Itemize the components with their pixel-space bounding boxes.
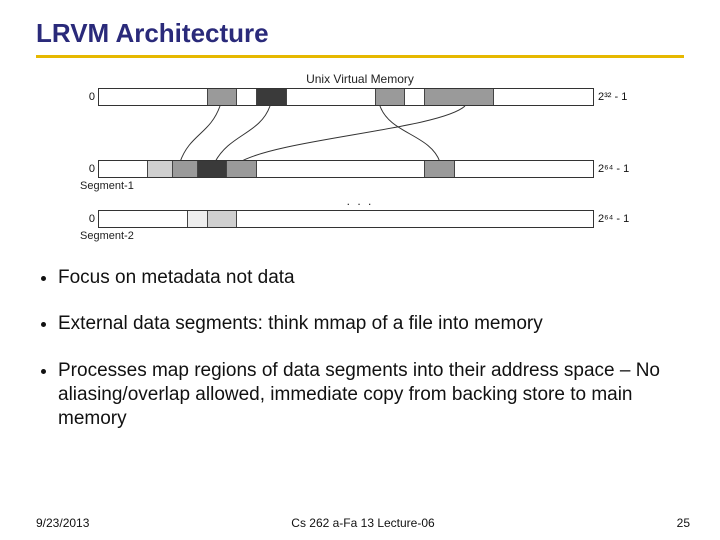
- bar-segment: [237, 211, 593, 227]
- page-title: LRVM Architecture: [36, 18, 684, 49]
- diagram: Unix Virtual Memory 0 2³² - 1 0 2⁶⁴ - 1 …: [80, 72, 640, 242]
- connectors-top-mid: [80, 104, 640, 164]
- bar-top: [98, 88, 594, 106]
- bot-right-label: 2⁶⁴ - 1: [594, 213, 640, 225]
- bullet-item: Focus on metadata not data: [58, 266, 684, 290]
- top-header: Unix Virtual Memory: [80, 72, 640, 86]
- slide: LRVM Architecture Unix Virtual Memory 0 …: [0, 0, 720, 540]
- bar-segment: [148, 161, 173, 177]
- bot-left-label: 0: [80, 213, 98, 225]
- bar-segment: [494, 89, 593, 105]
- bullet-item: Processes map regions of data segments i…: [58, 359, 684, 432]
- mid-dots: . . .: [80, 194, 640, 208]
- bar-segment: [257, 89, 287, 105]
- mid-left-label: 0: [80, 163, 98, 175]
- bar-segment: [425, 89, 494, 105]
- bar-segment: [376, 89, 406, 105]
- bar-segment: [173, 161, 198, 177]
- bar-segment: [455, 161, 593, 177]
- bar-mid: [98, 160, 594, 178]
- top-left-label: 0: [80, 91, 98, 103]
- bar-segment: [208, 211, 238, 227]
- bar-segment: [99, 89, 208, 105]
- bullet-item: External data segments: think mmap of a …: [58, 312, 684, 336]
- bot-seg-label: Segment-2: [80, 230, 640, 242]
- footer: 9/23/2013 Cs 262 a-Fa 13 Lecture-06 25: [36, 516, 690, 530]
- title-underline: [36, 55, 684, 58]
- bar-segment: [188, 211, 208, 227]
- footer-center: Cs 262 a-Fa 13 Lecture-06: [36, 516, 690, 530]
- bar-segment: [237, 89, 257, 105]
- bar-segment: [99, 161, 148, 177]
- bar-segment: [287, 89, 376, 105]
- diagram-row-top: Unix Virtual Memory 0 2³² - 1: [80, 72, 640, 106]
- bar-bot: [98, 210, 594, 228]
- bar-segment: [99, 211, 188, 227]
- bar-segment: [227, 161, 257, 177]
- bullets: Focus on metadata not data External data …: [36, 266, 684, 432]
- bar-segment: [425, 161, 455, 177]
- bar-segment: [405, 89, 425, 105]
- bar-segment: [198, 161, 228, 177]
- mid-right-label: 2⁶⁴ - 1: [594, 163, 640, 175]
- bar-segment: [208, 89, 238, 105]
- diagram-row-bot: 0 2⁶⁴ - 1 Segment-2: [80, 210, 640, 242]
- mid-seg-label: Segment-1: [80, 180, 640, 192]
- bar-segment: [257, 161, 425, 177]
- diagram-row-mid: 0 2⁶⁴ - 1 Segment-1 . . .: [80, 160, 640, 208]
- top-right-label: 2³² - 1: [594, 91, 640, 103]
